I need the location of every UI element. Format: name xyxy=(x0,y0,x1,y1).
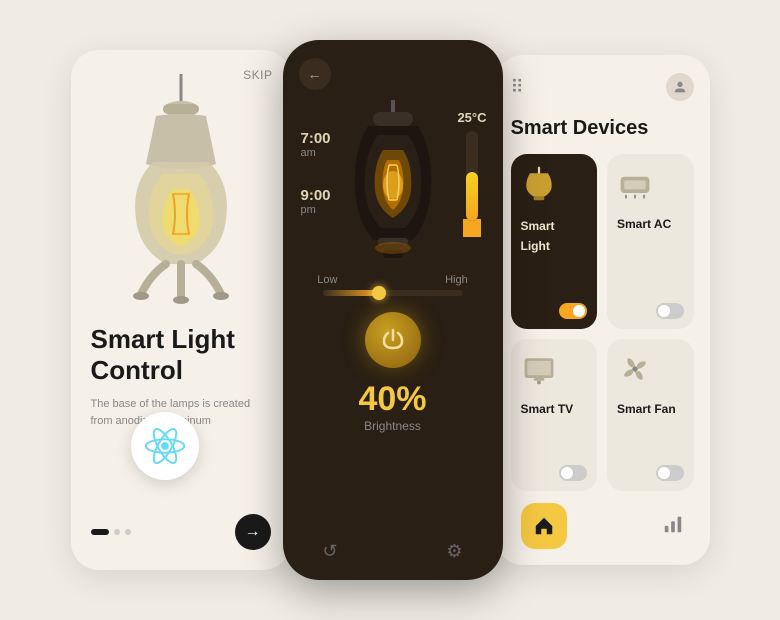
intro-footer: → xyxy=(91,514,271,550)
time-1-value: 7:00 xyxy=(301,130,331,147)
high-label: High xyxy=(445,274,468,286)
brightness-fill xyxy=(323,290,379,296)
device-card-ac[interactable]: Smart AC xyxy=(607,154,694,329)
power-button[interactable] xyxy=(365,312,421,368)
light-toggle[interactable] xyxy=(559,303,587,319)
power-icon xyxy=(381,328,405,352)
devices-grid: Smart Light Smart AC xyxy=(511,154,694,491)
devices-header: ⠿ xyxy=(511,73,694,101)
react-icon xyxy=(141,422,189,470)
intro-panel: SKIP xyxy=(71,50,291,570)
temperature-display: 25°C xyxy=(457,110,486,237)
tv-icon xyxy=(521,351,588,392)
lamp-svg xyxy=(101,74,261,304)
device-card-light[interactable]: Smart Light xyxy=(511,154,598,329)
home-icon xyxy=(533,515,555,537)
brightness-range-labels: Low High xyxy=(317,274,467,286)
light-icon xyxy=(521,166,588,209)
brightness-label: Brightness xyxy=(364,419,421,433)
fan-device-name: Smart Fan xyxy=(617,402,684,416)
tv-toggle[interactable] xyxy=(559,465,587,481)
temperature-value: 25°C xyxy=(457,110,486,125)
ac-toggle[interactable] xyxy=(656,303,684,319)
brightness-thumb[interactable] xyxy=(372,286,386,300)
tv-device-name: Smart TV xyxy=(521,402,588,416)
devices-title: Smart Devices xyxy=(511,117,694,140)
pagination-dots xyxy=(91,529,131,535)
time-slot-1: 7:00 am xyxy=(301,130,331,159)
grid-dots-icon[interactable]: ⠿ xyxy=(511,77,527,98)
brightness-slider[interactable] xyxy=(323,290,463,296)
light-device-name-2: Light xyxy=(521,239,588,253)
light-device-name: Smart xyxy=(521,219,588,233)
next-button[interactable]: → xyxy=(235,514,271,550)
fan-device-icon xyxy=(617,351,653,387)
chart-nav-button[interactable] xyxy=(662,513,684,540)
bulb-svg xyxy=(333,100,453,270)
time-slot-2: 9:00 pm xyxy=(301,187,331,216)
home-nav-button[interactable] xyxy=(521,503,567,549)
react-badge xyxy=(131,412,199,480)
chart-icon xyxy=(662,513,684,535)
time-schedule: 7:00 am 9:00 pm xyxy=(301,130,331,216)
temperature-ball xyxy=(463,219,481,237)
dot-3 xyxy=(125,529,131,535)
device-card-tv[interactable]: Smart TV xyxy=(511,339,598,492)
time-2-period: pm xyxy=(301,204,331,216)
time-1-period: am xyxy=(301,147,331,159)
control-footer: ↺ ⚙ xyxy=(299,541,487,562)
user-avatar[interactable] xyxy=(666,73,694,101)
intro-title: Smart LightControl xyxy=(91,324,271,386)
ac-icon xyxy=(617,166,684,207)
fan-icon xyxy=(617,351,684,392)
bulb-visualization xyxy=(333,100,453,270)
time-2-value: 9:00 xyxy=(301,187,331,204)
app-container: SKIP xyxy=(0,0,780,620)
lamp-illustration xyxy=(101,74,261,304)
user-icon xyxy=(672,79,688,95)
tv-device-icon xyxy=(521,351,557,387)
devices-nav xyxy=(511,503,694,549)
fan-toggle[interactable] xyxy=(656,465,684,481)
control-panel: ← 7:00 am 9:00 pm 25°C xyxy=(283,40,503,580)
dot-2 xyxy=(114,529,120,535)
refresh-icon[interactable]: ↺ xyxy=(323,541,338,562)
back-button[interactable]: ← xyxy=(299,58,331,90)
temperature-fill xyxy=(466,172,478,222)
lamp-device-icon xyxy=(521,166,557,202)
dot-1 xyxy=(91,529,109,535)
device-card-fan[interactable]: Smart Fan xyxy=(607,339,694,492)
ac-device-icon xyxy=(617,166,653,202)
temperature-bar xyxy=(466,131,478,221)
brightness-percent: 40% xyxy=(358,380,426,419)
settings-icon[interactable]: ⚙ xyxy=(446,541,462,562)
devices-panel: ⠿ Smart Devices Smart xyxy=(495,55,710,565)
low-label: Low xyxy=(317,274,337,286)
ac-device-name: Smart AC xyxy=(617,217,684,231)
